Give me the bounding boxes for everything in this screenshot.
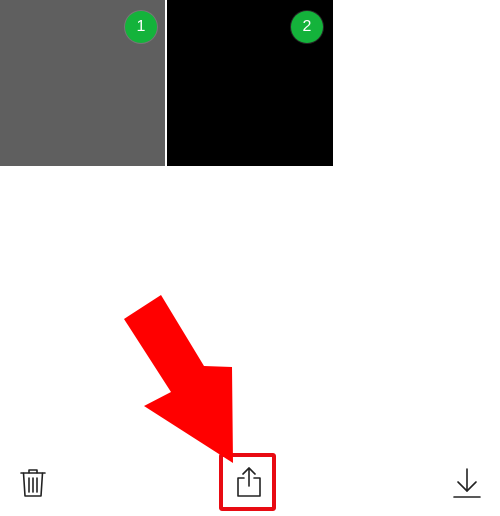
share-button[interactable]: [229, 462, 269, 502]
trash-icon: [20, 469, 46, 497]
download-icon: [453, 468, 481, 498]
selection-badge-2: 2: [291, 11, 323, 43]
photo-selection-screen: 1 2: [0, 0, 500, 516]
photo-thumbnail-2[interactable]: 2: [167, 0, 333, 166]
arrow-shape: [124, 295, 233, 463]
photo-grid: 1 2: [0, 0, 333, 166]
selection-badge-1: 1: [125, 11, 157, 43]
delete-button[interactable]: [16, 466, 50, 500]
download-button[interactable]: [448, 464, 486, 502]
photo-thumbnail-1[interactable]: 1: [0, 0, 165, 166]
share-icon: [237, 467, 261, 497]
